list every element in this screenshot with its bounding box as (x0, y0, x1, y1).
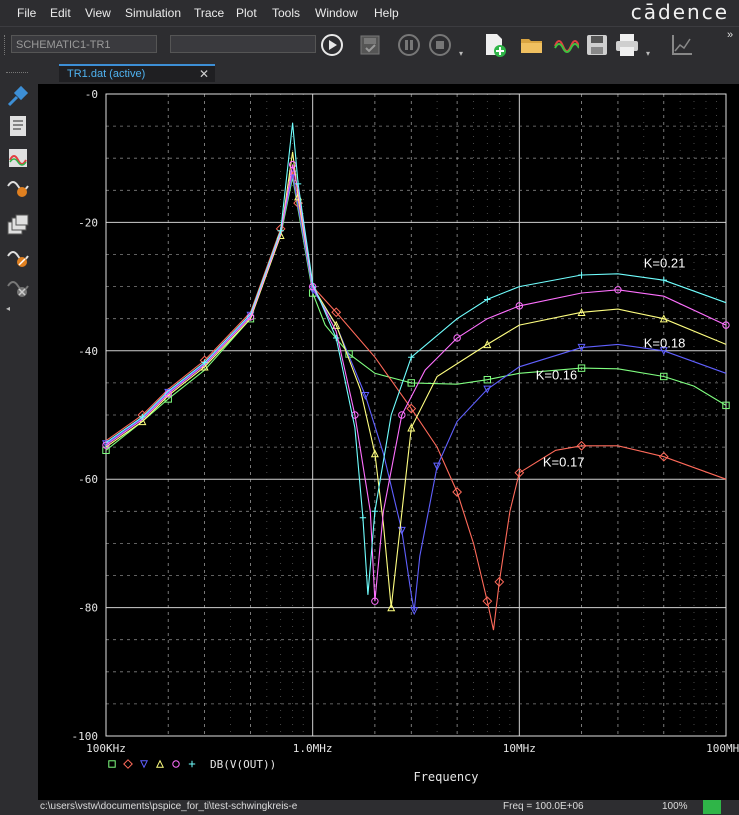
cadence-logo: cādence (630, 0, 729, 24)
chevron-left-icon[interactable]: ◂ (6, 304, 10, 313)
menu-help[interactable]: Help (374, 6, 399, 20)
data-point (578, 271, 585, 279)
check-results-icon[interactable] (357, 32, 383, 58)
disable-cursor-icon[interactable] (4, 274, 32, 302)
cursor-icon[interactable] (4, 244, 32, 272)
data-point (660, 276, 667, 284)
profile-combo[interactable] (170, 35, 316, 53)
status-zoom: 100% (662, 801, 688, 812)
menu-trace[interactable]: Trace (194, 6, 224, 20)
y-tick-label: -0 (85, 88, 98, 101)
trace-annotation: K=0.16 (536, 368, 578, 383)
menu-bar: File Edit View Simulation Trace Plot Too… (0, 0, 739, 26)
toolbar: SCHEMATIC1-TR1 ▾ ▾ » (0, 26, 739, 63)
trace-annotation: K=0.17 (543, 454, 585, 469)
menu-edit[interactable]: Edit (50, 6, 71, 20)
close-icon[interactable]: ✕ (199, 67, 209, 81)
menu-window[interactable]: Window (315, 6, 358, 20)
x-tick-label: 10MHz (503, 742, 536, 755)
toolbar-grip (4, 35, 8, 55)
y-tick-label: -40 (78, 345, 98, 358)
toolbar-overflow-icon[interactable]: » (727, 29, 733, 41)
status-path: c:\users\vstw\documents\pspice_for_ti\te… (40, 801, 298, 812)
data-point (188, 760, 196, 768)
tab-strip: TR1.dat (active) ✕ (38, 62, 739, 82)
print-icon[interactable] (614, 32, 640, 58)
add-trace-icon[interactable] (4, 144, 32, 172)
data-point (484, 296, 491, 303)
open-folder-icon[interactable] (519, 32, 545, 58)
measure-icon[interactable] (4, 174, 32, 202)
chevron-down-icon[interactable]: ▾ (459, 49, 463, 58)
axis-settings-icon[interactable] (669, 32, 695, 58)
pause-icon[interactable] (396, 32, 422, 58)
save-icon[interactable] (584, 32, 610, 58)
status-frequency: Freq = 100.0E+06 (503, 801, 584, 812)
menu-simulation[interactable]: Simulation (125, 6, 181, 20)
left-toolbar-grip (6, 72, 28, 75)
menu-plot[interactable]: Plot (236, 6, 257, 20)
tab-label: TR1.dat (active) (67, 68, 146, 80)
probe-chart[interactable]: -0-20-40-60-80-100100KHz 1.0MHz 10MHz 100MH… (38, 84, 739, 800)
legend-label: DB(V(OUT)) (210, 758, 276, 771)
new-profile-icon[interactable] (481, 32, 507, 58)
probe-pin-icon[interactable] (4, 82, 32, 110)
y-tick-label: -60 (78, 473, 98, 486)
data-point (155, 759, 165, 768)
menu-file[interactable]: File (17, 6, 36, 20)
output-file-icon[interactable] (4, 112, 32, 140)
windows-icon[interactable] (4, 212, 32, 240)
menu-view[interactable]: View (85, 6, 111, 20)
trace-annotation: K=0.18 (644, 336, 686, 351)
menu-tools[interactable]: Tools (272, 6, 300, 20)
series-line (105, 174, 727, 611)
x-tick-label: 1.0MHz (293, 742, 333, 755)
series-line (105, 151, 727, 608)
series-line (105, 122, 727, 595)
x-axis-label: Frequency (413, 770, 478, 784)
plot-window[interactable]: -0 -20 -40 -60 -80 -100 100KHz 1.0MHz 10MHz 100MH… (38, 84, 739, 800)
trace-annotation: K=0.21 (644, 255, 686, 270)
chevron-down-icon[interactable]: ▾ (646, 49, 650, 58)
data-point (359, 514, 367, 521)
data-point (123, 759, 133, 769)
x-tick-label: 100KHz (86, 742, 126, 755)
data-point (108, 760, 116, 768)
y-tick-label: -80 (78, 602, 98, 615)
run-icon[interactable] (319, 32, 345, 58)
x-tick-label: 100MHz (706, 742, 739, 755)
tab-tr1-dat[interactable]: TR1.dat (active) ✕ (59, 64, 215, 82)
data-point (172, 760, 180, 768)
stop-icon[interactable] (427, 32, 453, 58)
waveform-icon[interactable] (553, 32, 579, 58)
schematic-combo[interactable]: SCHEMATIC1-TR1 (11, 35, 157, 53)
left-toolbar: ◂ (0, 62, 38, 800)
y-tick-label: -20 (78, 216, 98, 229)
data-point (139, 760, 149, 769)
status-indicator (703, 800, 721, 814)
series-line (105, 177, 727, 451)
status-bar: c:\users\vstw\documents\pspice_for_ti\te… (0, 800, 739, 815)
data-point (277, 227, 284, 234)
series-line (105, 170, 727, 631)
data-point (371, 508, 379, 515)
